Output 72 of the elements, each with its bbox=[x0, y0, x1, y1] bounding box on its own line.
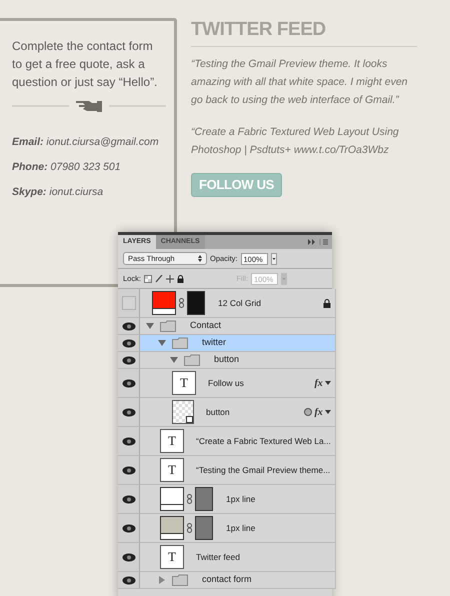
contact-detail: Skype: ionut.ciursa bbox=[12, 185, 104, 199]
mask-thumbnail bbox=[195, 516, 213, 540]
folder-icon bbox=[160, 320, 176, 332]
eye-icon[interactable] bbox=[122, 408, 136, 416]
eye-icon[interactable] bbox=[122, 436, 136, 446]
eye-icon[interactable] bbox=[122, 356, 136, 364]
layer-row[interactable]: button fx bbox=[140, 398, 335, 427]
eye-icon[interactable] bbox=[122, 576, 136, 584]
move-icon[interactable] bbox=[166, 274, 174, 282]
contact-intro: Complete the contact form to get a free quote, ask a question or just say “Hello”. bbox=[12, 38, 158, 91]
layer-row[interactable]: 1px line bbox=[140, 485, 335, 514]
layer-name: twitter bbox=[202, 336, 226, 350]
layer-name: contact form bbox=[202, 573, 252, 586]
tweet-text: “Create a Fabric Textured Web Layout Using Photoshop | Psdtuts+ www.t.co/TrOa3Wbz bbox=[191, 125, 400, 158]
layer-name: “Testing the Gmail Preview theme... bbox=[196, 464, 330, 476]
eye-icon[interactable] bbox=[122, 378, 136, 388]
folder-icon bbox=[184, 354, 200, 366]
eye-icon[interactable] bbox=[122, 494, 136, 504]
layer-row[interactable]: Contact bbox=[140, 318, 335, 335]
layer-name: Twitter feed bbox=[196, 550, 240, 564]
eye-icon[interactable] bbox=[122, 466, 136, 474]
layer-name: 12 Col Grid bbox=[218, 296, 261, 310]
layer-row[interactable]: T “Create a Fabric Textured Web La... bbox=[140, 427, 335, 456]
panel-menu-icon[interactable] bbox=[308, 239, 328, 245]
layer-name: 1px line bbox=[226, 522, 256, 534]
text-layer-thumbnail: T bbox=[172, 371, 196, 395]
smart-object-icon bbox=[304, 408, 312, 416]
text-layer-thumbnail: T bbox=[160, 429, 184, 453]
layer-name: 1px line bbox=[226, 492, 256, 506]
lock-transparency-icon[interactable] bbox=[144, 274, 152, 282]
layer-name: Contact bbox=[190, 319, 222, 332]
mask-thumbnail bbox=[187, 291, 205, 315]
layer-row[interactable]: T Follow us fx bbox=[140, 369, 335, 398]
eye-icon[interactable] bbox=[122, 524, 136, 532]
twitter-feed-title: TWITTER FEED bbox=[191, 18, 327, 42]
layer-row[interactable]: 1px line bbox=[140, 514, 335, 543]
eye-icon[interactable] bbox=[122, 322, 136, 330]
chain-link-icon bbox=[187, 494, 192, 504]
chain-link-icon bbox=[187, 523, 192, 533]
contact-detail: Email: ionut.ciursa@gmail.com bbox=[12, 135, 160, 149]
dropdown-arrow-icon[interactable] bbox=[324, 410, 331, 414]
up-down-arrows-icon bbox=[198, 255, 202, 262]
layer-row[interactable]: twitter bbox=[140, 335, 335, 352]
text-layer-thumbnail: T bbox=[160, 458, 184, 482]
pointing-hand-icon bbox=[75, 99, 103, 113]
layer-name: “Create a Fabric Textured Web La... bbox=[196, 434, 331, 448]
text-layer-thumbnail: T bbox=[160, 545, 184, 569]
contact-detail: Phone: 07980 323 501 bbox=[12, 160, 122, 174]
expanded-triangle-icon[interactable] bbox=[158, 339, 166, 347]
eye-icon[interactable] bbox=[122, 338, 136, 348]
expanded-triangle-icon[interactable] bbox=[146, 322, 154, 330]
expanded-triangle-icon[interactable] bbox=[170, 356, 178, 364]
mask-thumbnail bbox=[195, 487, 213, 511]
chain-link-icon bbox=[179, 298, 184, 308]
dropdown-arrow-icon[interactable] bbox=[324, 381, 331, 385]
effects-label: fx bbox=[314, 376, 323, 390]
layer-row[interactable]: contact form bbox=[140, 572, 335, 589]
lock-icon[interactable] bbox=[176, 274, 184, 282]
layer-row[interactable]: T Twitter feed bbox=[140, 543, 335, 572]
layer-row[interactable]: button bbox=[140, 352, 335, 369]
layer-name: Follow us bbox=[208, 376, 244, 390]
folder-icon bbox=[172, 337, 188, 349]
layer-row[interactable]: T “Testing the Gmail Preview theme... bbox=[140, 456, 335, 485]
layer-name: button bbox=[214, 353, 240, 366]
effects-label: fx bbox=[314, 406, 323, 420]
transparent-thumbnail bbox=[172, 400, 194, 424]
eye-icon[interactable] bbox=[122, 552, 136, 562]
layer-row[interactable]: 12 Col Grid bbox=[140, 289, 335, 318]
brush-icon[interactable] bbox=[154, 274, 163, 282]
layer-name: button bbox=[206, 406, 230, 418]
folder-icon bbox=[172, 574, 188, 586]
tweet-text: “Testing the Gmail Preview theme. It looks amazing with all that white space. I might even go back to using the web interface of Gmail.” bbox=[191, 57, 409, 108]
